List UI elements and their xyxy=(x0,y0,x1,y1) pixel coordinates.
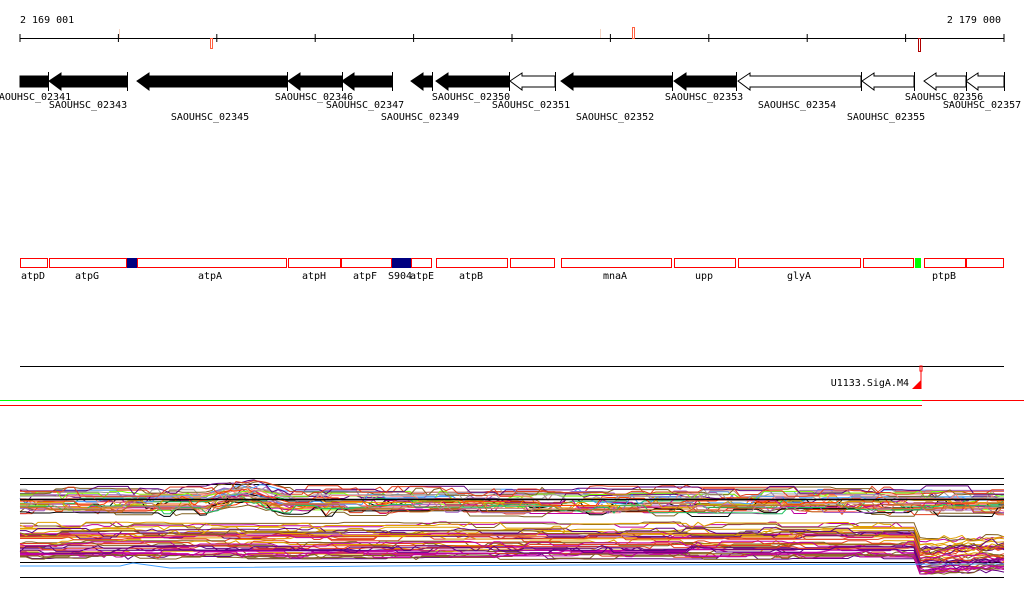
annotation-box[interactable] xyxy=(341,258,392,268)
annotation-box[interactable] xyxy=(288,258,341,268)
gene-arrow-icon[interactable] xyxy=(287,72,343,91)
gene-saouhsc_02354[interactable]: SAOUHSC_02354 xyxy=(737,72,862,111)
annotation-box[interactable] xyxy=(20,258,48,268)
gene-label[interactable]: SAOUHSC_02349 xyxy=(381,112,459,123)
annotation-label: atpG xyxy=(75,271,99,282)
ruler-start-label: 2 169 001 xyxy=(20,15,74,26)
gene-arrow-icon[interactable] xyxy=(435,72,510,91)
annotation-ptpB[interactable]: ptpB xyxy=(924,258,966,283)
annotation-mnaA[interactable]: mnaA xyxy=(561,258,672,283)
gene-arrow-icon[interactable] xyxy=(48,72,128,91)
gene-arrow-icon[interactable] xyxy=(19,75,49,88)
coordinate-ruler: 2 169 001 2 179 000 xyxy=(19,15,1005,52)
annotation-label: atpE xyxy=(410,271,434,282)
gene-saouhsc_02353[interactable]: SAOUHSC_02353 xyxy=(665,72,743,103)
gene-arrow-icon[interactable] xyxy=(923,72,967,91)
gene-arrow-icon[interactable] xyxy=(560,72,673,91)
gene-saouhsc_02352[interactable]: SAOUHSC_02352 xyxy=(560,72,673,123)
annotation-atpA[interactable]: atpA xyxy=(137,258,287,283)
annotation-box[interactable] xyxy=(863,258,914,268)
gene-label[interactable]: SAOUHSC_02343 xyxy=(49,100,127,111)
gene-label[interactable]: SAOUHSC_02354 xyxy=(758,100,836,111)
gene-arrow-icon[interactable] xyxy=(136,72,288,91)
annotation-atpD[interactable]: atpD xyxy=(20,258,48,283)
annotation-label: S904 xyxy=(388,271,412,282)
gene-track: AOUHSC_02341SAOUHSC_02343SAOUHSC_02345SA… xyxy=(0,72,1021,123)
gene-label[interactable]: SAOUHSC_02347 xyxy=(326,100,404,111)
annotation-box[interactable] xyxy=(127,258,137,268)
annotation-box[interactable] xyxy=(392,258,411,268)
annotation-feature[interactable] xyxy=(966,258,1004,268)
gene-label[interactable]: SAOUHSC_02351 xyxy=(492,100,570,111)
promoter-label[interactable]: U1133.SigA.M4 xyxy=(831,378,909,389)
annotation-feature[interactable] xyxy=(127,258,137,268)
annotation-box[interactable] xyxy=(924,258,966,268)
annotation-label: atpH xyxy=(302,271,326,282)
gene-saouhsc_02350[interactable]: SAOUHSC_02350 xyxy=(432,72,510,103)
coverage-lines xyxy=(0,400,1024,406)
annotation-feature[interactable] xyxy=(510,258,555,268)
gene-arrow-icon[interactable] xyxy=(410,72,433,91)
annotation-box[interactable] xyxy=(915,258,921,268)
annotation-label: ptpB xyxy=(932,271,956,282)
annotation-box[interactable] xyxy=(510,258,555,268)
annotation-label: atpD xyxy=(21,271,45,282)
annotation-box[interactable] xyxy=(561,258,672,268)
gene-arrow-icon[interactable] xyxy=(341,72,393,91)
annotation-box[interactable] xyxy=(674,258,736,268)
annotation-label: atpA xyxy=(198,271,222,282)
feature-marker xyxy=(210,38,213,49)
annotation-label: mnaA xyxy=(603,271,627,282)
feature-marker xyxy=(632,27,635,39)
annotation-glyA[interactable]: glyA xyxy=(738,258,861,283)
annotation-atpG[interactable]: atpG xyxy=(49,258,127,283)
annotation-feature[interactable] xyxy=(863,258,914,268)
expression-line-lower xyxy=(20,562,1005,569)
gene-label[interactable]: SAOUHSC_02355 xyxy=(847,112,925,123)
annotation-box[interactable] xyxy=(137,258,287,268)
ruler-end-label: 2 179 000 xyxy=(947,15,1001,26)
annotation-label: upp xyxy=(695,271,713,282)
annotation-label: glyA xyxy=(787,271,811,282)
annotation-label: atpB xyxy=(459,271,483,282)
annotation-box[interactable] xyxy=(966,258,1004,268)
gene-arrow-icon[interactable] xyxy=(509,72,556,91)
annotation-box[interactable] xyxy=(49,258,127,268)
annotation-label: atpF xyxy=(353,271,377,282)
annotation-atpH[interactable]: atpH xyxy=(288,258,341,283)
promoter-arrow-icon xyxy=(912,380,921,389)
gene-label[interactable]: SAOUHSC_02352 xyxy=(576,112,654,123)
promoter-track: U1133.SigA.M4 xyxy=(20,365,1004,389)
gene-label[interactable]: SAOUHSC_02353 xyxy=(665,92,743,103)
feature-marker xyxy=(600,29,601,38)
gene-saouhsc_02345[interactable]: SAOUHSC_02345 xyxy=(136,72,288,123)
gene-label[interactable]: SAOUHSC_02357 xyxy=(943,100,1021,111)
expression-profile-plot xyxy=(19,478,1005,578)
annotation-upp[interactable]: upp xyxy=(674,258,736,283)
feature-marker xyxy=(918,38,921,52)
annotation-track: atpD atpG atpA atpH atpF S904atpE atpB mnaA upp g… xyxy=(20,258,1004,283)
annotation-feature[interactable] xyxy=(915,258,921,268)
gene-label[interactable]: SAOUHSC_02345 xyxy=(171,112,249,123)
gene-saouhsc_02356[interactable]: SAOUHSC_02356 xyxy=(905,72,983,103)
gene-arrow-icon[interactable] xyxy=(673,72,737,91)
annotation-atpE[interactable]: atpE xyxy=(410,258,434,283)
annotation-atpF[interactable]: atpF xyxy=(341,258,392,283)
gene-arrow-icon[interactable] xyxy=(965,72,1005,91)
annotation-box[interactable] xyxy=(436,258,508,268)
gene-arrow-icon[interactable] xyxy=(861,72,915,91)
gene-arrow-icon[interactable] xyxy=(737,72,862,91)
annotation-atpB[interactable]: atpB xyxy=(436,258,508,283)
annotation-box[interactable] xyxy=(738,258,861,268)
feature-marker xyxy=(119,29,120,38)
annotation-box[interactable] xyxy=(411,258,432,268)
genome-browser-view: 2 169 001 2 179 000 AOUHSC_02341SAOUHSC_… xyxy=(0,15,1024,578)
